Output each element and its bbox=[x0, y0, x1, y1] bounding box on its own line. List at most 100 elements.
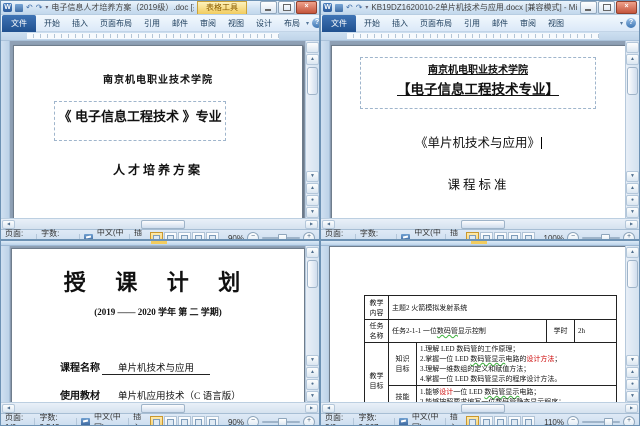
minimize-button[interactable] bbox=[580, 1, 597, 14]
tab-home[interactable]: 开始 bbox=[358, 15, 386, 32]
zoom-in-button[interactable]: + bbox=[623, 232, 635, 240]
print-layout-view-button[interactable] bbox=[466, 416, 479, 426]
tab-review[interactable]: 审阅 bbox=[514, 15, 542, 32]
zoom-slider-track[interactable] bbox=[262, 421, 300, 423]
horizontal-scrollbar[interactable]: ◀ ▶ bbox=[321, 218, 639, 229]
scroll-left-icon[interactable]: ◀ bbox=[2, 404, 15, 413]
maximize-button[interactable] bbox=[598, 1, 615, 14]
ruler-toggle-button[interactable] bbox=[626, 42, 639, 53]
minimize-button[interactable] bbox=[260, 1, 277, 14]
browse-next-icon[interactable]: ▼ bbox=[626, 391, 639, 402]
word-count[interactable]: 字数: 12,915 bbox=[360, 228, 392, 240]
zoom-out-button[interactable]: − bbox=[567, 232, 579, 240]
spellcheck-icon[interactable] bbox=[399, 418, 408, 426]
ribbon-collapse-icon[interactable]: ▾ bbox=[620, 20, 623, 27]
scroll-up-icon[interactable]: ▲ bbox=[626, 247, 639, 258]
browse-object-icon[interactable]: ● bbox=[306, 379, 319, 390]
insert-mode[interactable]: 插入 bbox=[450, 411, 462, 426]
vertical-scrollbar[interactable]: ▲ ▼ ▲ ● ▼ bbox=[305, 246, 319, 402]
vertical-scrollbar[interactable]: ▲ ▼ ▲ ● ▼ bbox=[305, 41, 319, 218]
word-count[interactable]: 字数: 24,306 bbox=[41, 228, 75, 240]
outline-view-button[interactable] bbox=[192, 416, 205, 426]
vertical-scrollbar[interactable]: ▲ ▼ ▲ ● ▼ bbox=[625, 246, 639, 402]
scroll-up-icon[interactable]: ▲ bbox=[306, 54, 319, 65]
insert-mode[interactable]: 插入 bbox=[133, 411, 146, 426]
tab-references[interactable]: 引用 bbox=[138, 15, 166, 32]
browse-previous-icon[interactable]: ▲ bbox=[306, 367, 319, 378]
close-button[interactable]: × bbox=[296, 1, 317, 14]
scroll-right-icon[interactable]: ▶ bbox=[305, 404, 318, 413]
scroll-right-icon[interactable]: ▶ bbox=[305, 220, 318, 229]
ribbon-collapse-icon[interactable]: ▾ bbox=[306, 20, 309, 27]
tab-mailings[interactable]: 邮件 bbox=[166, 15, 194, 32]
language-indicator[interactable]: 中文(中国) bbox=[412, 411, 441, 426]
scrollbar-thumb[interactable] bbox=[627, 260, 638, 288]
scroll-left-icon[interactable]: ◀ bbox=[322, 220, 335, 229]
scroll-right-icon[interactable]: ▶ bbox=[625, 404, 638, 413]
tab-references[interactable]: 引用 bbox=[458, 15, 486, 32]
web-layout-view-button[interactable] bbox=[178, 416, 191, 426]
tab-table-layout[interactable]: 布局 bbox=[278, 15, 306, 32]
tab-view[interactable]: 视图 bbox=[542, 15, 570, 32]
tab-file[interactable]: 文件 bbox=[2, 15, 36, 32]
help-icon[interactable]: ? bbox=[626, 18, 636, 28]
fullscreen-view-button[interactable] bbox=[480, 232, 493, 241]
outline-view-button[interactable] bbox=[508, 416, 521, 426]
zoom-in-button[interactable]: + bbox=[303, 232, 315, 240]
browse-object-icon[interactable]: ● bbox=[306, 195, 319, 206]
zoom-out-button[interactable]: − bbox=[247, 232, 259, 240]
quick-access-dropdown-icon[interactable]: ▾ bbox=[45, 4, 48, 11]
zoom-slider-handle[interactable] bbox=[604, 418, 613, 426]
word-app-icon[interactable]: W bbox=[3, 3, 12, 12]
scroll-up-icon[interactable]: ▲ bbox=[626, 54, 639, 65]
document-page[interactable]: 授 课 计 划 (2019 —— 2020 学年 第 二 学期) 课程名称单片机… bbox=[11, 248, 305, 402]
zoom-slider-handle[interactable] bbox=[278, 418, 287, 426]
browse-object-icon[interactable]: ● bbox=[626, 195, 639, 206]
title-bar[interactable]: W ↶ ↷ ▾ 电子信息人才培养方案（2019级）.doc [兼容模式] - M… bbox=[1, 1, 319, 15]
zoom-slider-track[interactable] bbox=[582, 421, 620, 423]
draft-view-button[interactable] bbox=[206, 416, 219, 426]
word-app-icon[interactable]: W bbox=[323, 3, 332, 12]
browse-previous-icon[interactable]: ▲ bbox=[306, 183, 319, 194]
save-button[interactable] bbox=[15, 4, 23, 12]
scroll-down-icon[interactable]: ▼ bbox=[626, 171, 639, 182]
zoom-out-button[interactable]: − bbox=[567, 416, 579, 426]
fullscreen-view-button[interactable] bbox=[480, 416, 493, 426]
outline-view-button[interactable] bbox=[192, 232, 205, 241]
draft-view-button[interactable] bbox=[522, 416, 535, 426]
fullscreen-view-button[interactable] bbox=[164, 416, 177, 426]
horizontal-scrollbar[interactable]: ◀ ▶ bbox=[1, 402, 319, 413]
browse-previous-icon[interactable]: ▲ bbox=[626, 183, 639, 194]
print-layout-view-button[interactable] bbox=[150, 232, 163, 241]
title-bar[interactable]: W ↶ ↷ ▾ KB19DZ1620010-2单片机技术与应用.docx [兼容… bbox=[321, 1, 639, 15]
zoom-out-button[interactable]: − bbox=[247, 416, 259, 426]
web-layout-view-button[interactable] bbox=[494, 232, 507, 241]
scrollbar-thumb[interactable] bbox=[461, 404, 505, 413]
word-count[interactable]: 字数: 2,867 bbox=[358, 412, 389, 426]
scrollbar-thumb[interactable] bbox=[461, 220, 505, 229]
table-tools-context-header[interactable]: 表格工具 bbox=[197, 1, 247, 14]
web-layout-view-button[interactable] bbox=[178, 232, 191, 241]
zoom-level[interactable]: 90% bbox=[228, 418, 244, 426]
scrollbar-thumb[interactable] bbox=[141, 404, 185, 413]
zoom-slider-track[interactable] bbox=[582, 237, 620, 239]
word-count[interactable]: 字数: 2,543 bbox=[39, 412, 72, 426]
page-count[interactable]: 页面: 1/6 bbox=[5, 412, 30, 426]
scroll-left-icon[interactable]: ◀ bbox=[2, 220, 15, 229]
close-button[interactable]: × bbox=[616, 1, 637, 14]
maximize-button[interactable] bbox=[278, 1, 295, 14]
browse-next-icon[interactable]: ▼ bbox=[306, 207, 319, 218]
scroll-up-icon[interactable]: ▲ bbox=[306, 247, 319, 258]
ruler-toggle-button[interactable] bbox=[306, 42, 319, 53]
spellcheck-icon[interactable] bbox=[81, 418, 90, 426]
tab-review[interactable]: 审阅 bbox=[194, 15, 222, 32]
tab-mailings[interactable]: 邮件 bbox=[486, 15, 514, 32]
browse-previous-icon[interactable]: ▲ bbox=[626, 367, 639, 378]
tab-insert[interactable]: 插入 bbox=[386, 15, 414, 32]
page-count[interactable]: 页面: 1/39 bbox=[5, 228, 32, 240]
vertical-scrollbar[interactable]: ▲ ▼ ▲ ● ▼ bbox=[625, 41, 639, 218]
document-page[interactable]: 南京机电职业技术学院 【电子信息工程技术专业】 《单片机技术与应用》 课程标准 bbox=[331, 45, 626, 218]
tab-page-layout[interactable]: 页面布局 bbox=[414, 15, 458, 32]
draft-view-button[interactable] bbox=[206, 232, 219, 241]
page-count[interactable]: 页面: 1/27 bbox=[325, 228, 351, 240]
